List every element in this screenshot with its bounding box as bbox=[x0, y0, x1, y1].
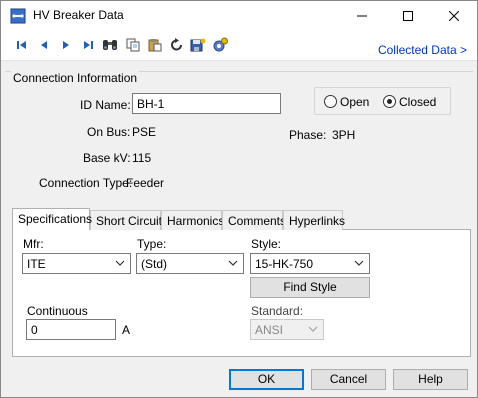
save-button[interactable] bbox=[189, 36, 207, 54]
maximize-icon bbox=[403, 11, 413, 21]
prev-record-icon bbox=[41, 41, 47, 49]
last-record-button[interactable] bbox=[79, 36, 97, 54]
last-record-icon bbox=[84, 41, 93, 49]
chevron-down-icon bbox=[228, 260, 238, 266]
base-kv-label: Base kV: bbox=[83, 151, 131, 165]
base-kv-value: 115 bbox=[132, 151, 152, 165]
breaker-state-group: Open Closed bbox=[314, 87, 451, 115]
mfr-select[interactable]: ITE bbox=[22, 253, 131, 274]
mfr-label: Mfr: bbox=[23, 237, 44, 251]
connection-type-value: Feeder bbox=[126, 176, 165, 190]
prev-record-button[interactable] bbox=[35, 36, 53, 54]
standard-value: ANSI bbox=[255, 323, 284, 337]
tab-harmonics[interactable]: Harmonics bbox=[161, 210, 224, 230]
collected-data-link[interactable]: Collected Data > bbox=[378, 43, 467, 57]
chevron-down-icon bbox=[115, 260, 125, 266]
style-value: 15-HK-750 bbox=[255, 257, 314, 271]
find-button[interactable] bbox=[101, 36, 119, 54]
copy-button[interactable] bbox=[124, 36, 142, 54]
on-bus-label: On Bus: bbox=[87, 125, 131, 139]
tab-specifications[interactable]: Specifications bbox=[12, 208, 92, 230]
next-record-button[interactable] bbox=[57, 36, 75, 54]
standard-select: ANSI bbox=[250, 319, 324, 340]
continuous-unit: A bbox=[122, 323, 131, 337]
type-value: (Std) bbox=[141, 257, 168, 271]
breaker-app-icon bbox=[10, 8, 26, 24]
style-select[interactable]: 15-HK-750 bbox=[250, 253, 370, 274]
undo-button[interactable] bbox=[168, 36, 186, 54]
phase-value: 3PH bbox=[332, 128, 356, 142]
on-bus-value: PSE bbox=[132, 125, 157, 139]
help-button[interactable]: Help bbox=[393, 369, 468, 390]
binoculars-icon bbox=[103, 40, 117, 50]
id-name-input[interactable] bbox=[132, 93, 281, 114]
continuous-input[interactable] bbox=[26, 319, 116, 340]
mfr-value: ITE bbox=[27, 257, 46, 271]
toolbar: Collected Data > bbox=[1, 31, 477, 61]
paste-button[interactable] bbox=[146, 36, 164, 54]
type-select[interactable]: (Std) bbox=[136, 253, 244, 274]
chevron-down-icon bbox=[354, 260, 364, 266]
close-button[interactable] bbox=[431, 1, 477, 31]
minimize-button[interactable] bbox=[339, 1, 385, 31]
maximize-button[interactable] bbox=[385, 1, 431, 31]
phase-label: Phase: bbox=[289, 128, 327, 142]
copy-icon bbox=[126, 38, 140, 52]
find-style-button[interactable]: Find Style bbox=[250, 277, 370, 298]
open-label: Open bbox=[340, 95, 370, 109]
standard-label: Standard: bbox=[251, 304, 304, 318]
closed-label: Closed bbox=[399, 95, 437, 109]
closed-radio[interactable] bbox=[383, 95, 396, 108]
tab-comments[interactable]: Comments bbox=[222, 210, 286, 230]
open-radio[interactable] bbox=[324, 95, 337, 108]
type-label: Type: bbox=[137, 237, 167, 251]
settings-button[interactable] bbox=[211, 36, 229, 54]
close-icon bbox=[449, 11, 459, 21]
style-label: Style: bbox=[251, 237, 282, 251]
hv-breaker-dialog: HV Breaker Data Collected Data > Connect… bbox=[0, 0, 478, 398]
continuous-label: Continuous bbox=[27, 304, 88, 318]
gear-icon bbox=[213, 37, 228, 52]
save-icon bbox=[190, 38, 206, 52]
window-title: HV Breaker Data bbox=[33, 8, 124, 22]
tab-hyperlinks[interactable]: Hyperlinks bbox=[283, 210, 345, 230]
paste-icon bbox=[148, 39, 162, 52]
undo-icon bbox=[171, 38, 182, 51]
connection-type-label: Connection Type: bbox=[39, 176, 133, 190]
title-bar: HV Breaker Data bbox=[1, 1, 477, 31]
id-name-label: ID Name: bbox=[80, 98, 131, 112]
first-record-icon bbox=[17, 41, 26, 49]
first-record-button[interactable] bbox=[13, 36, 31, 54]
minimize-icon bbox=[357, 15, 367, 17]
ok-button[interactable]: OK bbox=[229, 369, 304, 390]
connection-info-title: Connection Information bbox=[11, 71, 140, 85]
tab-short-circuit[interactable]: Short Circuit bbox=[90, 210, 162, 230]
chevron-down-icon bbox=[308, 326, 318, 332]
next-record-icon bbox=[63, 41, 69, 49]
cancel-button[interactable]: Cancel bbox=[311, 369, 386, 390]
